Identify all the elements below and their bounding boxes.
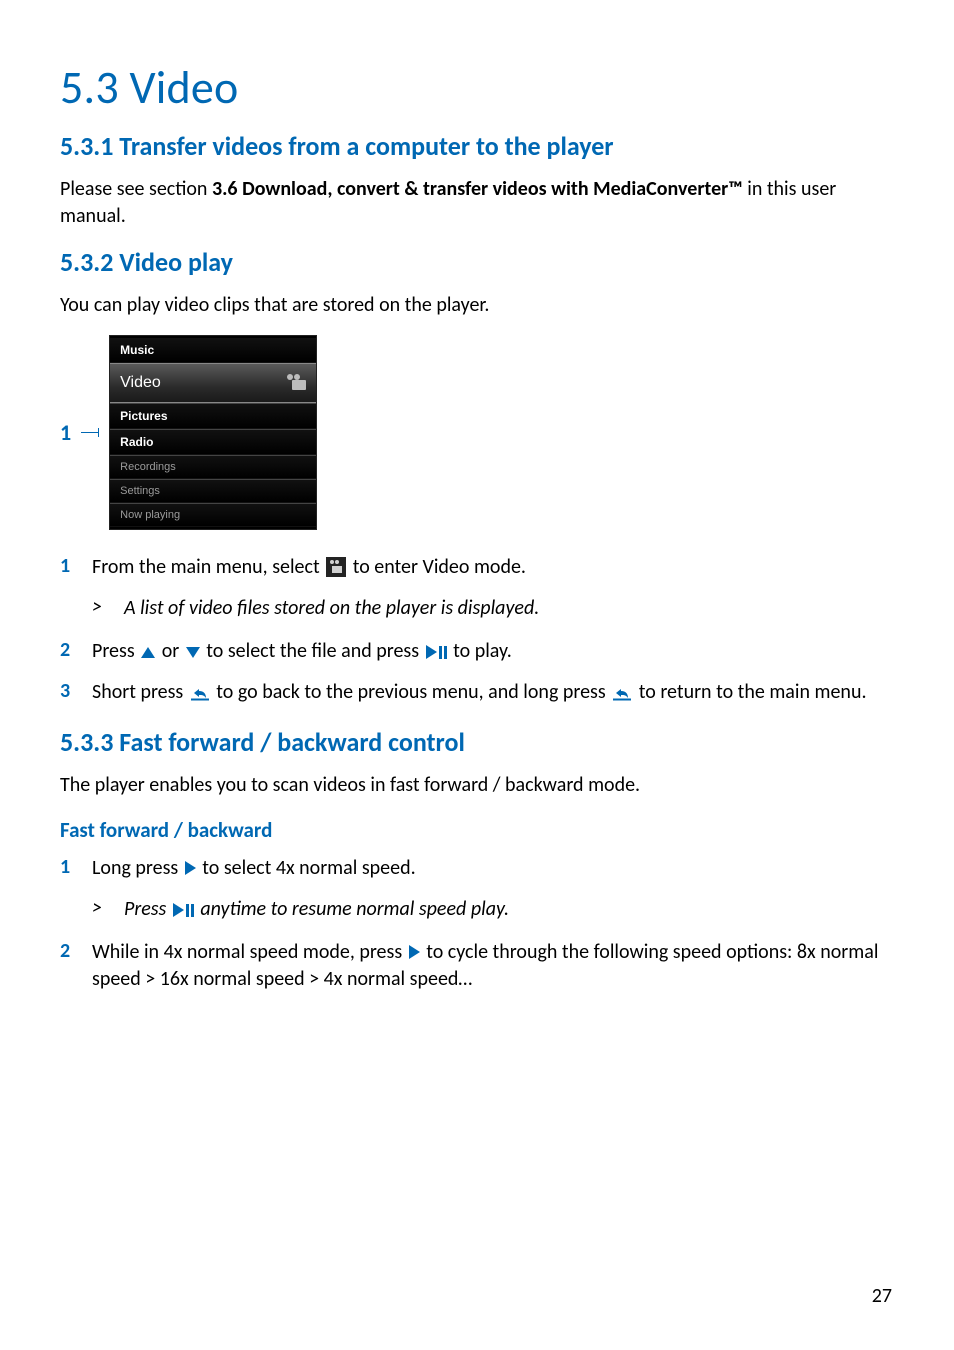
menu-item-music: Music xyxy=(110,338,316,363)
step-1-result: > A list of video files stored on the pl… xyxy=(92,595,894,622)
video-mode-icon xyxy=(326,557,346,577)
step-number: 2 xyxy=(60,638,78,665)
menu-item-now-playing: Now playing xyxy=(110,503,316,527)
result-text: Press anytime to resume normal speed pla… xyxy=(124,896,509,923)
step-text: Press or to select the file and press to… xyxy=(92,638,894,665)
text: anytime to resume normal speed play. xyxy=(196,897,509,921)
play-icon xyxy=(185,861,196,875)
menu-item-label: Video xyxy=(120,374,161,392)
text: Press xyxy=(92,639,139,663)
step-text: From the main menu, select to enter Vide… xyxy=(92,554,894,581)
paragraph-5-3-3-intro: The player enables you to scan videos in… xyxy=(60,772,894,799)
text: Short press xyxy=(92,680,188,704)
heading-5-3: 5.3 Video xyxy=(60,60,894,116)
result-text: A list of video files stored on the play… xyxy=(124,595,539,622)
step-text: Long press to select 4x normal speed. xyxy=(92,855,894,882)
menu-item-settings: Settings xyxy=(110,479,316,503)
play-pause-icon xyxy=(173,903,194,917)
up-icon xyxy=(141,647,155,658)
play-icon xyxy=(409,945,420,959)
xref-3-6: 3.6 Download, convert & transfer videos … xyxy=(212,177,743,201)
play-pause-icon xyxy=(426,645,447,659)
video-icon xyxy=(286,376,306,390)
text: Please see section xyxy=(60,177,212,201)
back-icon xyxy=(190,685,210,701)
steps-5-3-2: 1 From the main menu, select to enter Vi… xyxy=(60,554,894,706)
device-screenshot: 1 Music Video Pictures Radio Recordings … xyxy=(60,335,894,530)
menu-item-video: Video xyxy=(110,363,316,403)
step-number: 1 xyxy=(60,554,78,581)
step-1-result: > Press anytime to resume normal speed p… xyxy=(92,896,894,923)
paragraph-5-3-2-intro: You can play video clips that are stored… xyxy=(60,292,894,319)
step-text: While in 4x normal speed mode, press to … xyxy=(92,939,894,993)
text: to go back to the previous menu, and lon… xyxy=(212,680,610,704)
text: While in 4x normal speed mode, press xyxy=(92,940,407,964)
text: Long press xyxy=(92,856,183,880)
callout-number: 1 xyxy=(60,419,71,446)
step-2: 2 While in 4x normal speed mode, press t… xyxy=(60,939,894,993)
result-caret: > xyxy=(92,896,110,923)
text: From the main menu, select xyxy=(92,555,324,579)
device-menu: Music Video Pictures Radio Recordings Se… xyxy=(109,335,317,530)
text: to select the file and press xyxy=(202,639,424,663)
steps-5-3-3: 1 Long press to select 4x normal speed. … xyxy=(60,855,894,993)
page-number: 27 xyxy=(872,1284,892,1308)
text: to select 4x normal speed. xyxy=(198,856,416,880)
heading-5-3-1: 5.3.1 Transfer videos from a computer to… xyxy=(60,130,894,162)
down-icon xyxy=(186,647,200,658)
menu-item-recordings: Recordings xyxy=(110,455,316,479)
manual-page: 5.3 Video 5.3.1 Transfer videos from a c… xyxy=(0,0,954,1350)
text: or xyxy=(157,639,184,663)
callout-line xyxy=(81,432,99,433)
step-3: 3 Short press to go back to the previous… xyxy=(60,679,894,706)
text: Press xyxy=(124,897,171,921)
step-1: 1 From the main menu, select to enter Vi… xyxy=(60,554,894,581)
step-1: 1 Long press to select 4x normal speed. xyxy=(60,855,894,882)
step-2: 2 Press or to select the file and press … xyxy=(60,638,894,665)
text: to play. xyxy=(449,639,512,663)
step-number: 2 xyxy=(60,939,78,993)
back-icon xyxy=(612,685,632,701)
paragraph-5-3-1: Please see section 3.6 Download, convert… xyxy=(60,176,894,230)
text: to return to the main menu. xyxy=(634,680,866,704)
step-number: 1 xyxy=(60,855,78,882)
heading-5-3-3: 5.3.3 Fast forward / backward control xyxy=(60,726,894,758)
subheading-ff-bw: Fast forward / backward xyxy=(60,817,894,843)
heading-5-3-2: 5.3.2 Video play xyxy=(60,246,894,278)
text: to enter Video mode. xyxy=(348,555,526,579)
step-number: 3 xyxy=(60,679,78,706)
step-text: Short press to go back to the previous m… xyxy=(92,679,894,706)
menu-item-radio: Radio xyxy=(110,429,316,455)
menu-item-pictures: Pictures xyxy=(110,403,316,429)
result-caret: > xyxy=(92,595,110,622)
